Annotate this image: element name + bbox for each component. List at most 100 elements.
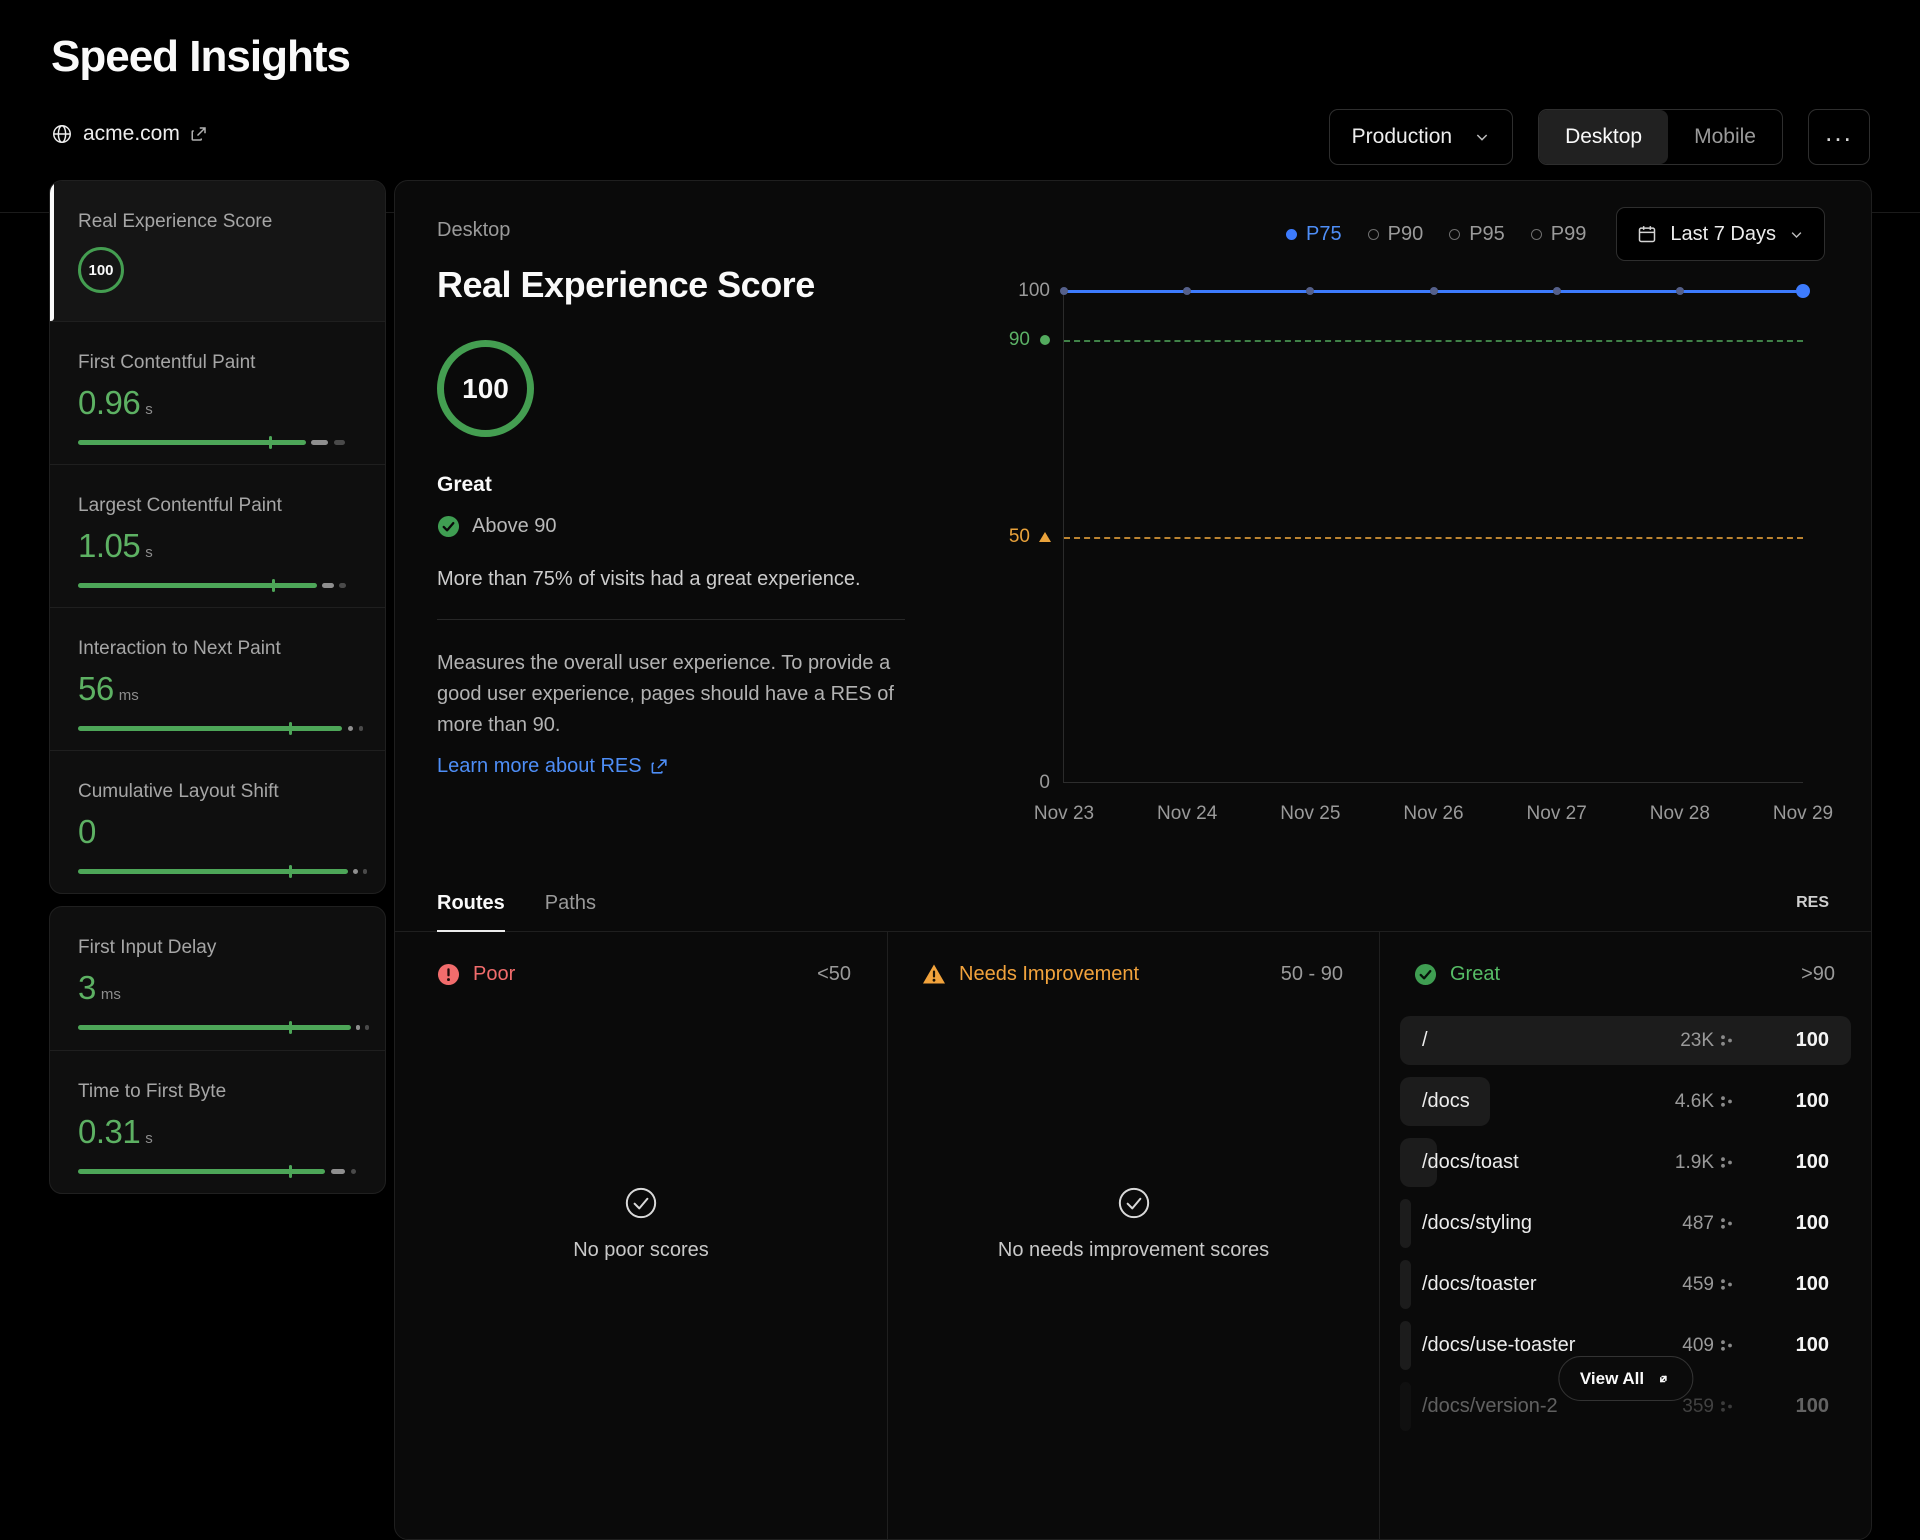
- route-name: /docs/use-toaster: [1422, 1334, 1575, 1357]
- check-circle-outline-icon: [624, 1186, 658, 1220]
- route-row[interactable]: /docs/styling487100: [1400, 1199, 1851, 1248]
- y-axis-label: 0: [1039, 772, 1050, 794]
- domain-link[interactable]: acme.com: [83, 122, 180, 146]
- legend-p95[interactable]: P95: [1449, 223, 1505, 246]
- device-mobile-button[interactable]: Mobile: [1668, 110, 1782, 164]
- sidebar-item-time-to-first-byte[interactable]: Time to First Byte0.31s: [50, 1050, 385, 1193]
- samples-dots-icon: [1720, 1217, 1733, 1230]
- learn-more-label: Learn more about RES: [437, 755, 642, 778]
- column-poor-header: Poor <50: [395, 932, 887, 1016]
- environment-select[interactable]: Production: [1329, 109, 1513, 165]
- bar-value-tick: [289, 1021, 292, 1034]
- x-axis-label: Nov 24: [1157, 803, 1217, 825]
- route-data-bar: [1400, 1382, 1411, 1431]
- tab-routes[interactable]: Routes: [437, 875, 505, 931]
- sidebar-item-real-experience-score[interactable]: Real Experience Score 100: [50, 181, 385, 321]
- view-all-button[interactable]: View All: [1558, 1356, 1693, 1401]
- tabs-row: Routes Paths RES: [395, 875, 1871, 932]
- chart-legend: P75 P90 P95 P99: [1286, 223, 1586, 246]
- metric-title: Largest Contentful Paint: [78, 495, 357, 517]
- route-data-bar: [1400, 1321, 1411, 1370]
- bar-end-segment: [365, 1025, 368, 1030]
- metric-value: 1.05s: [78, 527, 357, 565]
- x-axis-label: Nov 25: [1280, 803, 1340, 825]
- metric-tag: RES: [1796, 894, 1829, 912]
- metric-threshold-bar: [78, 440, 359, 445]
- bar-value-tick: [289, 1165, 292, 1178]
- view-all-label: View All: [1580, 1369, 1644, 1389]
- bar-mid-segment: [348, 726, 354, 731]
- samples-dots-icon: [1720, 1339, 1733, 1352]
- metric-unit: ms: [119, 687, 139, 704]
- bar-end-segment: [339, 583, 346, 588]
- metrics-sidebar: Real Experience Score 100 First Contentf…: [49, 180, 386, 1194]
- data-point: [1183, 287, 1191, 295]
- legend-dot-hollow-icon: [1449, 229, 1460, 240]
- route-row-right: 359100: [1682, 1395, 1829, 1418]
- metric-group-extra: First Input Delay3msTime to First Byte0.…: [49, 906, 386, 1194]
- tab-paths[interactable]: Paths: [545, 875, 596, 931]
- expand-icon: [1655, 1371, 1671, 1387]
- data-point: [1060, 287, 1068, 295]
- route-row-right: 4.6K100: [1675, 1090, 1829, 1113]
- legend-p75[interactable]: P75: [1286, 223, 1342, 246]
- ellipsis-icon: ...: [1825, 117, 1853, 148]
- route-row[interactable]: /docs/toast1.9K100: [1400, 1138, 1851, 1187]
- sidebar-item-largest-contentful-paint[interactable]: Largest Contentful Paint 1.05s: [50, 464, 385, 607]
- domain-row[interactable]: acme.com: [51, 122, 208, 146]
- data-point: [1676, 287, 1684, 295]
- legend-p99[interactable]: P99: [1531, 223, 1587, 246]
- bar-good-segment: [78, 726, 342, 731]
- bar-mid-segment: [353, 869, 357, 874]
- score-summary: Desktop Real Experience Score 100 Great …: [437, 219, 937, 778]
- sidebar-item-interaction-to-next-paint[interactable]: Interaction to Next Paint56ms: [50, 607, 385, 750]
- bar-end-segment: [351, 1169, 357, 1174]
- sidebar-item-first-input-delay[interactable]: First Input Delay3ms: [50, 907, 385, 1050]
- route-row[interactable]: /docs4.6K100: [1400, 1077, 1851, 1126]
- device-desktop-button[interactable]: Desktop: [1539, 110, 1668, 164]
- external-link-icon: [650, 757, 669, 776]
- metric-value: 56ms: [78, 670, 357, 708]
- legend-dot-filled-icon: [1286, 229, 1297, 240]
- legend-label: P95: [1469, 223, 1505, 246]
- check-circle-outline-icon: [1117, 1186, 1151, 1220]
- column-great: Great >90 /23K100/docs4.6K100/docs/toast…: [1379, 932, 1871, 1539]
- sidebar-item-cumulative-layout-shift[interactable]: Cumulative Layout Shift0: [50, 750, 385, 893]
- more-button[interactable]: ...: [1808, 109, 1870, 165]
- route-score: 100: [1769, 1395, 1829, 1418]
- metric-title: First Input Delay: [78, 937, 357, 959]
- learn-more-link[interactable]: Learn more about RES: [437, 755, 669, 778]
- x-axis-label: Nov 28: [1650, 803, 1710, 825]
- metric-threshold-bar: [78, 869, 359, 874]
- column-label: Needs Improvement: [959, 963, 1139, 986]
- route-row-right: 409100: [1682, 1334, 1829, 1357]
- date-range-select[interactable]: Last 7 Days: [1616, 207, 1825, 261]
- needs-improvement-empty-state: No needs improvement scores: [888, 1186, 1379, 1262]
- route-score: 100: [1769, 1212, 1829, 1235]
- sidebar-item-first-contentful-paint[interactable]: First Contentful Paint0.96s: [50, 321, 385, 464]
- score-ring: 100: [437, 340, 534, 437]
- route-row[interactable]: /23K100: [1400, 1016, 1851, 1065]
- legend-p90[interactable]: P90: [1368, 223, 1424, 246]
- route-data-bar: [1400, 1199, 1411, 1248]
- warning-triangle-icon: [922, 962, 946, 986]
- route-name: /: [1422, 1029, 1428, 1052]
- data-point: [1306, 287, 1314, 295]
- top-controls: Production Desktop Mobile ...: [1329, 109, 1870, 165]
- route-row[interactable]: /docs/toaster459100: [1400, 1260, 1851, 1309]
- data-point: [1553, 287, 1561, 295]
- bar-mid-segment: [356, 1025, 359, 1030]
- rating-threshold: Above 90: [472, 515, 557, 538]
- legend-dot-hollow-icon: [1368, 229, 1379, 240]
- metric-group-core: Real Experience Score 100 First Contentf…: [49, 180, 386, 894]
- legend-label: P90: [1388, 223, 1424, 246]
- samples-dots-icon: [1720, 1278, 1733, 1291]
- route-count: 409: [1682, 1335, 1714, 1357]
- legend-dot-hollow-icon: [1531, 229, 1542, 240]
- column-label: Great: [1450, 963, 1500, 986]
- route-score: 100: [1769, 1029, 1829, 1052]
- chevron-down-icon: [1789, 227, 1804, 242]
- route-count: 487: [1682, 1213, 1714, 1235]
- y-marker-circle-icon: [1040, 335, 1050, 345]
- chevron-down-icon: [1474, 129, 1490, 145]
